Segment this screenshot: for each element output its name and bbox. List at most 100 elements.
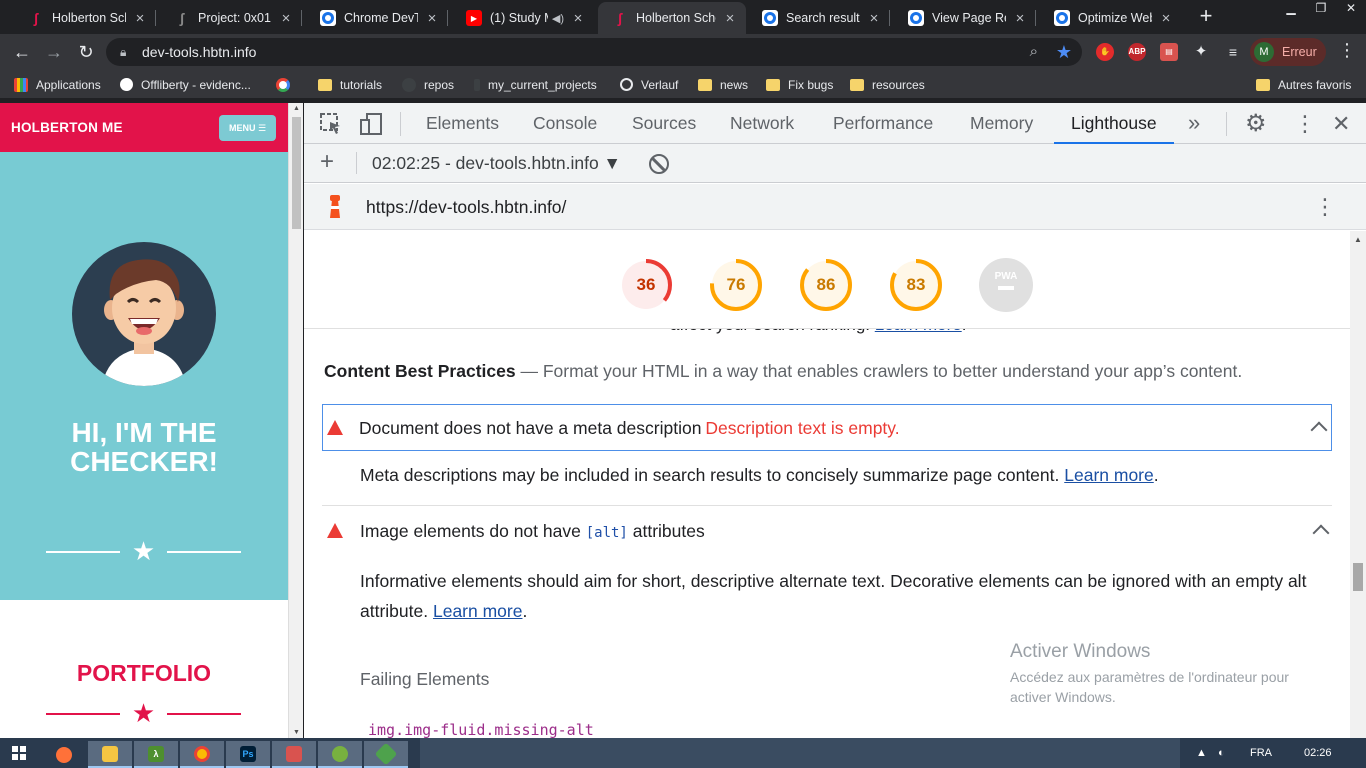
new-report-plus-icon[interactable]: + <box>320 150 334 174</box>
site-brand[interactable]: HOLBERTON ME <box>11 120 123 135</box>
taskbar-explorer[interactable] <box>88 741 132 768</box>
close-devtools-icon[interactable]: ✕ <box>1332 112 1356 136</box>
tab-network[interactable]: Network <box>730 103 794 144</box>
device-toolbar-icon[interactable] <box>359 112 383 136</box>
hero-title: HI, I'M THE CHECKER! <box>70 417 218 477</box>
tab-lighthouse[interactable]: Lighthouse <box>1054 103 1174 144</box>
close-icon[interactable]: × <box>132 10 148 27</box>
browser-tab[interactable]: ʃ Project: 0x01. D × <box>160 2 302 34</box>
tab-elements[interactable]: Elements <box>426 103 499 144</box>
speaker-icon[interactable]: ◀) <box>552 12 564 25</box>
extension-stop-icon[interactable]: ✋ <box>1096 43 1114 61</box>
puzzle-icon[interactable]: ✦ <box>1192 43 1210 61</box>
scrollbar-thumb[interactable] <box>292 117 301 229</box>
close-icon[interactable]: × <box>866 10 882 27</box>
bookmark-other[interactable]: Autres favoris <box>1256 70 1351 99</box>
learn-more-link[interactable]: Learn more <box>433 601 523 621</box>
bookmark-resources[interactable]: resources <box>850 70 925 99</box>
bookmark-verlauf[interactable]: Verlauf <box>620 70 678 99</box>
browser-tab[interactable]: Optimize Webs × <box>1040 2 1182 34</box>
browser-tab[interactable]: ▶ (1) Study M ◀) × <box>452 2 594 34</box>
report-scrollbar[interactable]: ▲ <box>1350 231 1366 738</box>
page-scrollbar[interactable]: ▲ ▼ <box>288 103 303 738</box>
scroll-up-icon[interactable]: ▲ <box>289 105 304 112</box>
browser-tab[interactable]: View Page Reso × <box>894 2 1036 34</box>
chevron-up-icon[interactable] <box>1310 421 1328 439</box>
chevron-up-icon[interactable] <box>1312 524 1330 542</box>
score-gauge-best-practices[interactable]: 86 <box>798 257 854 313</box>
clock[interactable]: 02:26 <box>1304 738 1332 768</box>
bookmark-offliberty[interactable]: Offliberty - evidenc... <box>120 70 251 99</box>
close-window-icon[interactable]: ✕ <box>1336 0 1366 18</box>
weather-icon[interactable]: ◐ <box>1218 738 1225 768</box>
taskbar-firefox[interactable] <box>42 741 86 768</box>
clear-reports-icon[interactable] <box>649 154 669 174</box>
category-description: Format your HTML in a way that enables c… <box>542 361 1243 381</box>
restore-icon[interactable]: ❐ <box>1306 0 1336 18</box>
forward-arrow-icon[interactable]: → <box>42 40 66 64</box>
windows-start-icon[interactable] <box>12 746 26 760</box>
close-icon[interactable]: × <box>278 10 294 27</box>
tray-expand-icon[interactable]: ▲ <box>1196 738 1207 768</box>
bookmark-applications[interactable]: Applications <box>14 70 101 99</box>
tab-performance[interactable]: Performance <box>833 103 933 144</box>
report-selector[interactable]: 02:02:25 - dev-tools.hbtn.info ▼ <box>372 144 621 183</box>
more-tabs-icon[interactable]: » <box>1188 103 1200 144</box>
devtools-menu-icon[interactable]: ⋮ <box>1294 112 1318 136</box>
browser-tab[interactable]: Search results f × <box>748 2 890 34</box>
close-icon[interactable]: × <box>424 10 440 27</box>
bookmark-star-icon[interactable]: ★ <box>1056 38 1072 66</box>
media-queue-icon[interactable]: ≡ <box>1224 43 1242 61</box>
minimize-icon[interactable]: ▁ <box>1276 0 1306 18</box>
close-icon[interactable]: × <box>722 10 738 27</box>
back-arrow-icon[interactable]: ← <box>10 40 34 64</box>
taskbar-chrome[interactable] <box>180 741 224 768</box>
taskbar-terminal[interactable]: λ <box>134 741 178 768</box>
bookmark-google[interactable] <box>276 70 298 99</box>
close-icon[interactable]: × <box>1158 10 1174 27</box>
bookmark-my-current-projects[interactable]: my_current_projects <box>474 70 597 99</box>
audit-meta-description-header[interactable]: Document does not have a meta descriptio… <box>322 404 1332 451</box>
bookmark-repos[interactable]: repos <box>402 70 454 99</box>
browser-tab[interactable]: Chrome DevToo × <box>306 2 448 34</box>
menu-button[interactable]: MENU ☰ <box>219 114 276 141</box>
taskbar-calculator[interactable] <box>272 741 316 768</box>
new-tab-button[interactable]: + <box>1194 4 1218 28</box>
score-gauge-seo[interactable]: 83 <box>888 257 944 313</box>
taskbar-git[interactable] <box>364 741 408 768</box>
folder-icon <box>318 78 332 91</box>
language-indicator[interactable]: FRA <box>1250 738 1272 768</box>
profile-button[interactable]: M Erreur <box>1250 38 1326 66</box>
scroll-down-icon[interactable]: ▼ <box>289 729 304 736</box>
browser-tab-active[interactable]: ʃ Holberton Scho × <box>598 2 746 34</box>
lock-icon[interactable]: 🔒︎ <box>120 38 126 66</box>
tab-console[interactable]: Console <box>533 103 597 144</box>
zoom-icon[interactable]: ⌕ <box>1030 38 1038 66</box>
tab-memory[interactable]: Memory <box>970 103 1033 144</box>
pwa-badge[interactable]: PWA <box>978 257 1034 313</box>
failing-element-selector[interactable]: img.img-fluid.missing-alt <box>368 721 594 738</box>
inspect-element-icon[interactable] <box>319 112 343 136</box>
report-menu-icon[interactable]: ⋮ <box>1314 194 1336 220</box>
bookmark-fix-bugs[interactable]: Fix bugs <box>766 70 833 99</box>
bookmark-news[interactable]: news <box>698 70 748 99</box>
browser-menu-icon[interactable]: ⋮ <box>1338 40 1356 61</box>
bookmark-tutorials[interactable]: tutorials <box>318 70 382 99</box>
tab-sources[interactable]: Sources <box>632 103 696 144</box>
url-text: dev-tools.hbtn.info <box>142 44 257 60</box>
scrollbar-thumb[interactable] <box>1353 563 1363 591</box>
extension-icon[interactable]: ▤ <box>1160 43 1178 61</box>
adblock-icon[interactable]: ABP <box>1128 43 1146 61</box>
scroll-up-icon[interactable]: ▲ <box>1350 235 1366 244</box>
taskbar-torrent[interactable] <box>318 741 362 768</box>
score-gauge-accessibility[interactable]: 76 <box>708 257 764 313</box>
learn-more-link[interactable]: Learn more <box>1064 465 1154 485</box>
settings-gear-icon[interactable]: ⚙ <box>1245 112 1269 136</box>
close-icon[interactable]: × <box>570 10 586 27</box>
close-icon[interactable]: × <box>1012 10 1028 27</box>
taskbar-photoshop[interactable]: Ps <box>226 741 270 768</box>
address-bar[interactable]: 🔒︎ dev-tools.hbtn.info ⌕ ★ <box>106 38 1082 66</box>
reload-icon[interactable]: ↻ <box>74 40 98 64</box>
score-gauge-performance[interactable]: 36 <box>618 257 674 313</box>
browser-tab[interactable]: ʃ Holberton Scho × <box>14 2 156 34</box>
